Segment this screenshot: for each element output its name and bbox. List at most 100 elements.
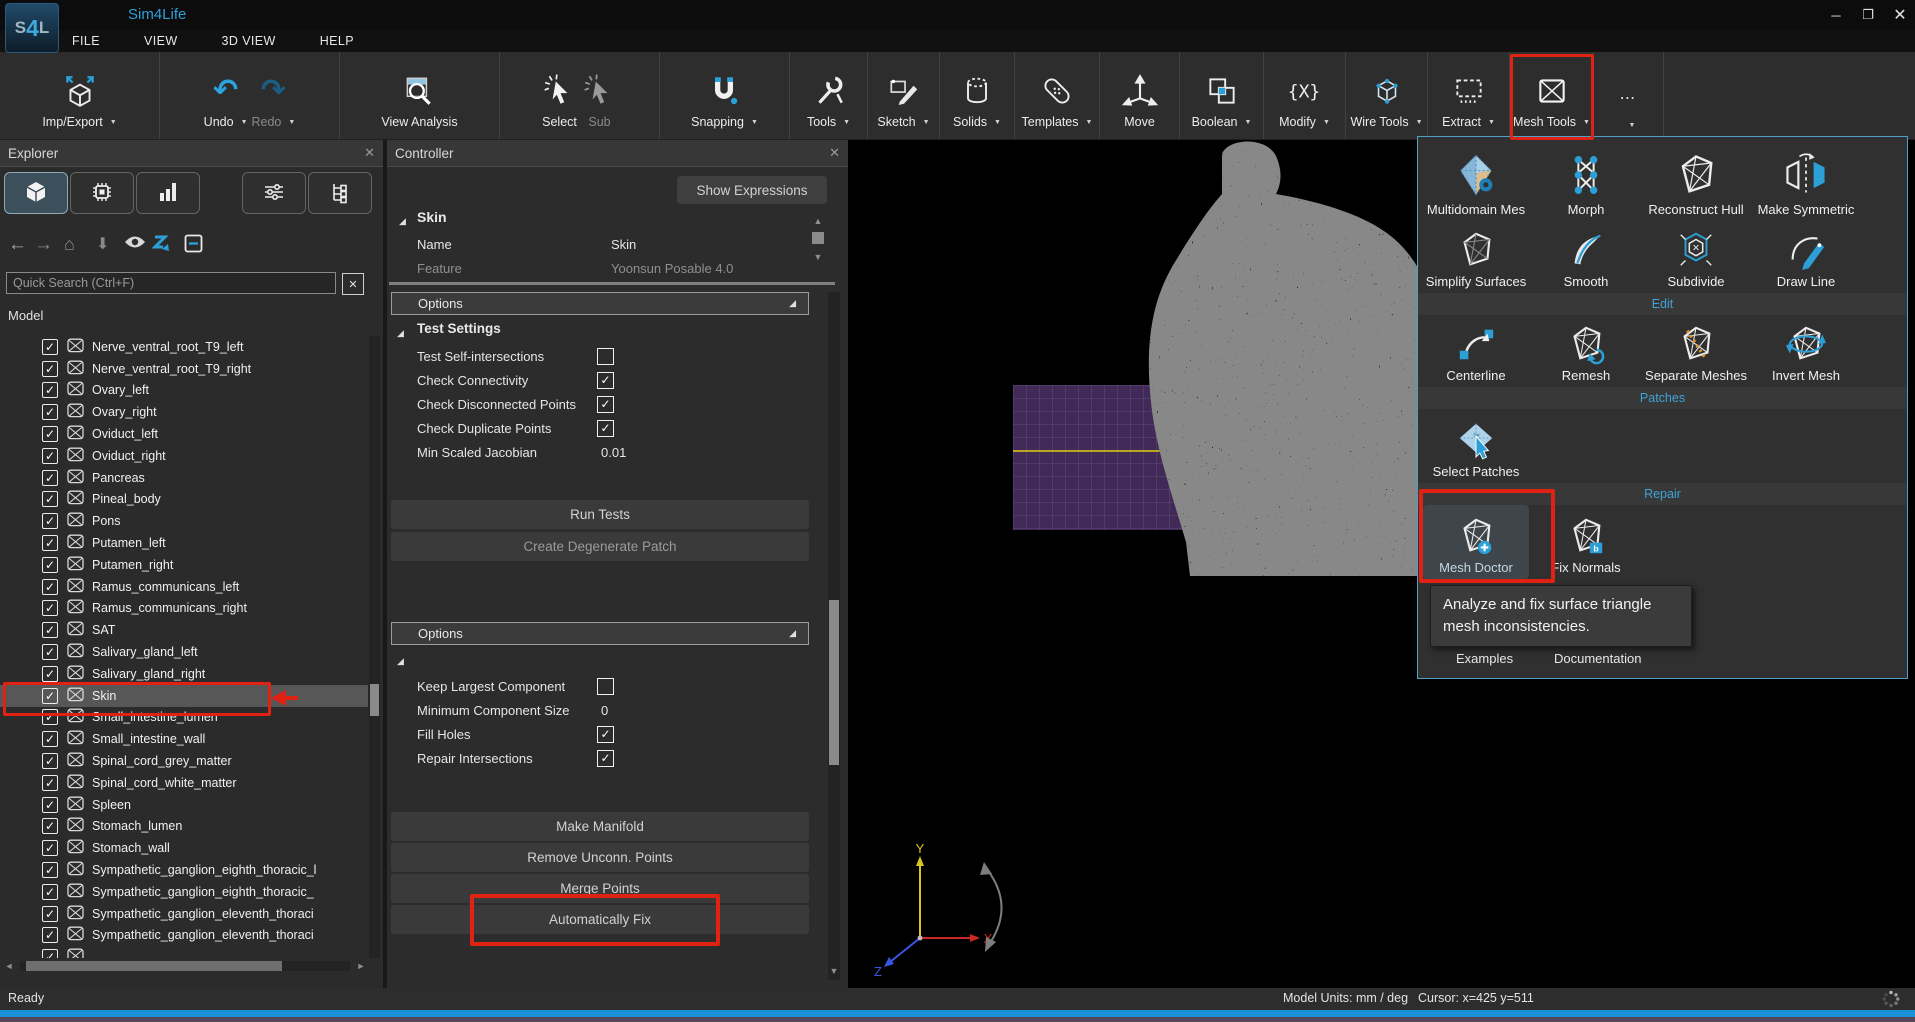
visibility-checkbox[interactable]: ✓ (42, 622, 58, 638)
reconstruct-hull-tool[interactable]: Reconstruct Hull (1643, 137, 1749, 221)
checkbox-unchecked[interactable] (597, 348, 614, 365)
select-patches-tool[interactable]: ✂Select Patches (1423, 409, 1529, 483)
move-down-icon[interactable]: ⬇ (96, 234, 109, 254)
hscroll-thumb[interactable] (26, 961, 282, 971)
tree-item-oviduct_right[interactable]: ✓Oviduct_right (0, 445, 368, 467)
zoom-to-selection-icon[interactable] (152, 234, 172, 257)
options-header-1[interactable]: Options◢ (391, 292, 809, 315)
tree-item-sympathetic_ganglion_eighth_thoracic_[interactable]: ✓Sympathetic_ganglion_eighth_thoracic_ (0, 881, 368, 903)
splitter[interactable] (389, 282, 835, 285)
tree-item-small_intestine_lumen[interactable]: ✓Small_intestine_lumen (0, 707, 368, 729)
toolbar-boolean-button[interactable]: Boolean▼ (1190, 52, 1254, 139)
checkbox-checked[interactable]: ✓ (597, 726, 614, 743)
simplify-surfaces-tool[interactable]: Simplify Surfaces (1423, 221, 1529, 293)
tree-item-oviduct_left[interactable]: ✓Oviduct_left (0, 423, 368, 445)
visibility-checkbox[interactable]: ✓ (42, 470, 58, 486)
visibility-checkbox[interactable]: ✓ (42, 404, 58, 420)
tree-item-pancreas[interactable]: ✓Pancreas (0, 467, 368, 489)
automatically-fix-button[interactable]: Automatically Fix (391, 905, 809, 934)
tree-item-stomach_lumen[interactable]: ✓Stomach_lumen (0, 816, 368, 838)
group-scroll-up-icon[interactable]: ▲ (811, 216, 825, 226)
close-button[interactable]: ✕ (1886, 4, 1914, 26)
make-symmetric-tool[interactable]: Make Symmetric (1753, 137, 1859, 221)
fix-normals-tool[interactable]: bFix Normals (1533, 505, 1639, 579)
toolbar-snapping-button[interactable]: Snapping▼ (689, 52, 760, 139)
toolbar-modify-button[interactable]: {X}Modify▼ (1277, 52, 1332, 139)
chevron-down-icon[interactable]: ▼ (1244, 119, 1251, 126)
visibility-checkbox[interactable]: ✓ (42, 840, 58, 856)
centerline-tool[interactable]: Centerline (1423, 315, 1529, 387)
explorer-tab-model[interactable] (4, 172, 68, 214)
chevron-down-icon[interactable]: ▼ (923, 119, 930, 126)
toolbar-imp-export-button[interactable]: Imp/Export▼ (40, 52, 118, 139)
minimize-button[interactable]: ─ (1822, 4, 1850, 26)
explorer-hscrollbar[interactable]: ◄ ► (0, 958, 383, 974)
tree-item-sympathetic_ganglion_eighth_thoracic_l[interactable]: ✓Sympathetic_ganglion_eighth_thoracic_l (0, 859, 368, 881)
remesh-tool[interactable]: Remesh (1533, 315, 1639, 387)
explorer-close-icon[interactable]: ✕ (364, 145, 375, 161)
tree-item-skin[interactable]: ✓Skin (0, 685, 368, 707)
chevron-down-icon[interactable]: ▼ (241, 119, 248, 126)
toolbar-sub-button[interactable]: Sub (580, 52, 620, 139)
tree-item-spleen[interactable]: ✓Spleen (0, 794, 368, 816)
toolbar-redo-button[interactable]: ↷Redo▼ (250, 52, 298, 139)
visibility-checkbox[interactable]: ✓ (42, 884, 58, 900)
explorer-vscrollbar[interactable] (369, 336, 380, 958)
visibility-checkbox[interactable]: ✓ (42, 862, 58, 878)
remove-unconn-points-button[interactable]: Remove Unconn. Points (391, 843, 809, 872)
controller-vscroll-thumb[interactable] (829, 600, 839, 765)
visibility-checkbox[interactable]: ✓ (42, 513, 58, 529)
checkbox-checked[interactable]: ✓ (597, 396, 614, 413)
menu-file[interactable]: FILE (72, 34, 100, 48)
hscroll-right-icon[interactable]: ► (354, 960, 368, 972)
checkbox-unchecked[interactable] (597, 678, 614, 695)
chevron-down-icon[interactable]: ▼ (1488, 119, 1495, 126)
tree-item-pineal_body[interactable]: ✓Pineal_body (0, 489, 368, 511)
option-value[interactable]: 0 (601, 703, 608, 718)
test-settings-expander[interactable]: ◢ (397, 324, 404, 339)
visibility-checkbox[interactable]: ✓ (42, 927, 58, 943)
menu-view[interactable]: VIEW (144, 34, 178, 48)
tree-item-ramus_communicans_left[interactable]: ✓Ramus_communicans_left (0, 576, 368, 598)
explorer-tab-simulation[interactable] (70, 172, 134, 214)
checkbox-checked[interactable]: ✓ (597, 372, 614, 389)
toolbar-sketch-button[interactable]: Sketch▼ (875, 52, 931, 139)
search-clear-icon[interactable]: ✕ (342, 273, 364, 295)
smooth-tool[interactable]: Smooth (1533, 221, 1639, 293)
toolbar-select-button[interactable]: Select (540, 52, 580, 139)
option-value[interactable]: 0.01 (601, 445, 626, 460)
tree-item-nerve_ventral_root_t9_right[interactable]: ✓Nerve_ventral_root_T9_right (0, 358, 368, 380)
visibility-checkbox[interactable]: ✓ (42, 666, 58, 682)
create-degenerate-patch-button[interactable]: Create Degenerate Patch (391, 532, 809, 561)
make-manifold-button[interactable]: Make Manifold (391, 812, 809, 841)
visibility-checkbox[interactable]: ✓ (42, 688, 58, 704)
mesh-doctor-tool[interactable]: Mesh Doctor (1423, 505, 1529, 579)
explorer-tab-filter[interactable] (242, 172, 306, 214)
back-icon[interactable]: ← (8, 234, 27, 256)
tree-item-small_intestine_wall[interactable]: ✓Small_intestine_wall (0, 728, 368, 750)
documentation-link[interactable]: Documentation (1554, 651, 1641, 666)
chevron-down-icon[interactable]: ▼ (1323, 119, 1330, 126)
search-input[interactable] (6, 272, 336, 294)
visibility-checkbox[interactable]: ✓ (42, 535, 58, 551)
skin-group-expander[interactable]: ◢ (399, 212, 406, 227)
controller-vscrollbar[interactable]: ▼ (828, 292, 840, 980)
toolbar-wire-tools-button[interactable]: Wire Tools▼ (1348, 52, 1424, 139)
checkbox-checked[interactable]: ✓ (597, 420, 614, 437)
toolbar-view-analysis-button[interactable]: View Analysis (379, 52, 459, 139)
visibility-checkbox[interactable]: ✓ (42, 644, 58, 660)
toolbar-mesh-tools-button[interactable]: Mesh Tools▼ (1511, 52, 1592, 139)
visibility-checkbox[interactable]: ✓ (42, 906, 58, 922)
toolbar-extract-button[interactable]: Extract▼ (1440, 52, 1497, 139)
collapse-all-icon[interactable] (184, 234, 203, 258)
invert-mesh-tool[interactable]: Invert Mesh (1753, 315, 1859, 387)
run-tests-button[interactable]: Run Tests (391, 500, 809, 529)
tree-item-sat[interactable]: ✓SAT (0, 619, 368, 641)
visibility-checkbox[interactable]: ✓ (42, 709, 58, 725)
toolbar-undo-button[interactable]: ↶Undo▼ (202, 52, 250, 139)
examples-link[interactable]: Examples (1456, 651, 1513, 666)
chevron-down-icon[interactable]: ▼ (843, 119, 850, 126)
tree-item-ovary_left[interactable]: ✓Ovary_left (0, 380, 368, 402)
merge-points-button[interactable]: Merge Points (391, 874, 809, 903)
tree-item-nerve_ventral_root_t9_left[interactable]: ✓Nerve_ventral_root_T9_left (0, 336, 368, 358)
